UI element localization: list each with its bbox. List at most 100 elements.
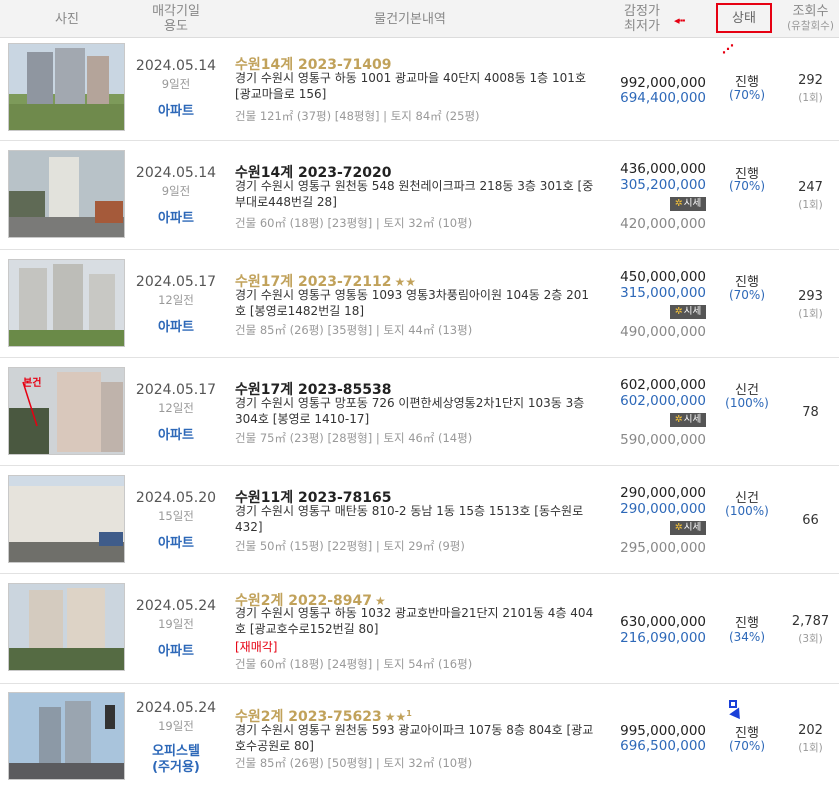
sale-date: 2024.05.20 bbox=[135, 490, 217, 506]
bid-percent: (100%) bbox=[725, 504, 769, 518]
property-address: 경기 수원시 영통구 원천동 548 원천레이크파크 218동 3층 301호 … bbox=[235, 179, 594, 209]
property-address: 경기 수원시 영통구 하동 1001 광교마을 40단지 4008동 1층 10… bbox=[235, 71, 586, 101]
minimum-bid: 216,090,000 bbox=[620, 630, 706, 646]
minimum-bid: 602,000,000 bbox=[620, 393, 706, 409]
bid-percent: (70%) bbox=[728, 88, 766, 102]
cursor-marker bbox=[729, 700, 737, 708]
appraisal-price: 992,000,000 bbox=[620, 75, 706, 91]
area-info: 건물 60㎡ (18평) [23평형] | 토지 32㎡ (10평) bbox=[235, 216, 473, 230]
area-info: 건물 85㎡ (26평) [50평형] | 토지 32㎡ (10평) bbox=[235, 756, 473, 770]
header-price[interactable]: 감정가 최저가 bbox=[612, 0, 672, 38]
appraisal-price: 602,000,000 bbox=[620, 377, 706, 393]
header-photo: 사진 bbox=[55, 11, 79, 27]
market-price-badge[interactable]: ✲시세 bbox=[670, 413, 706, 427]
view-count: 292 bbox=[798, 73, 823, 88]
usage-link[interactable]: 아파트 bbox=[135, 536, 217, 552]
area-info: 건물 85㎡ (26평) [35평형] | 토지 44㎡ (13평) bbox=[235, 323, 473, 337]
status-badge: 진행 bbox=[735, 616, 759, 631]
property-photo[interactable] bbox=[8, 583, 125, 671]
bid-percent: (34%) bbox=[728, 630, 766, 644]
table-header: 사진 매각기일 용도 물건기본내역 감정가 최저가 ◂··· 상태 조회수 (유… bbox=[0, 0, 839, 38]
fail-count: (1회) bbox=[798, 92, 823, 104]
appraisal-price: 290,000,000 bbox=[620, 485, 706, 501]
days-ago: 12일전 bbox=[158, 401, 194, 415]
sale-date: 2024.05.14 bbox=[135, 165, 217, 181]
property-photo[interactable] bbox=[8, 692, 125, 780]
property-photo[interactable] bbox=[8, 259, 125, 347]
view-count: 66 bbox=[802, 513, 819, 528]
area-info: 건물 50㎡ (15평) [22평형] | 토지 29㎡ (9평) bbox=[235, 539, 465, 553]
property-photo[interactable] bbox=[8, 475, 125, 563]
bid-percent: (70%) bbox=[728, 288, 766, 302]
usage-link[interactable]: 아파트 bbox=[135, 320, 217, 336]
fail-count: (3회) bbox=[798, 633, 823, 645]
property-photo[interactable]: 본건 bbox=[8, 367, 125, 455]
resale-tag: [재매각] bbox=[235, 640, 278, 654]
view-count: 202 bbox=[798, 723, 823, 738]
table-row[interactable]: 2024.05.24 19일전 오피스텔 (주거용) 수원2계 2023-756… bbox=[0, 684, 839, 791]
market-icon: ✲ bbox=[674, 414, 683, 425]
header-status[interactable]: 상태 bbox=[716, 3, 772, 33]
market-price-badge[interactable]: ✲시세 bbox=[670, 197, 706, 211]
usage-link[interactable]: 오피스텔 (주거용) bbox=[135, 744, 217, 776]
usage-link[interactable]: 아파트 bbox=[135, 644, 217, 660]
usage-link[interactable]: 아파트 bbox=[135, 211, 217, 227]
market-icon: ✲ bbox=[674, 306, 683, 317]
bid-percent: (70%) bbox=[728, 739, 766, 753]
fail-count: (1회) bbox=[798, 742, 823, 754]
days-ago: 19일전 bbox=[158, 719, 194, 733]
appraisal-price: 630,000,000 bbox=[620, 614, 706, 630]
property-photo[interactable] bbox=[8, 150, 125, 238]
usage-link[interactable]: 아파트 bbox=[135, 428, 217, 444]
days-ago: 19일전 bbox=[158, 617, 194, 631]
market-price: 490,000,000 bbox=[620, 324, 706, 340]
days-ago: 9일전 bbox=[161, 77, 191, 91]
table-row[interactable]: 2024.05.14 9일전 아파트 수원14계 2023-71409 경기 수… bbox=[0, 38, 839, 141]
area-info: 건물 60㎡ (18평) [24평형] | 토지 54㎡ (16평) bbox=[235, 657, 473, 671]
header-basic-info: 물건기본내역 bbox=[374, 11, 446, 27]
view-count: 2,787 bbox=[791, 614, 830, 629]
property-address: 경기 수원시 영통구 하동 1032 광교호반마을21단지 2101동 4층 4… bbox=[235, 606, 594, 636]
market-price: 590,000,000 bbox=[620, 432, 706, 448]
property-address: 경기 수원시 영통구 매탄동 810-2 동남 1동 15층 1513호 [동수… bbox=[235, 504, 584, 534]
sale-date: 2024.05.14 bbox=[135, 58, 217, 74]
fail-count: (1회) bbox=[798, 308, 823, 320]
minimum-bid: 290,000,000 bbox=[620, 501, 706, 517]
market-price-badge[interactable]: ✲시세 bbox=[670, 521, 706, 535]
property-photo[interactable] bbox=[8, 43, 125, 131]
market-price: 295,000,000 bbox=[620, 540, 706, 556]
property-address: 경기 수원시 영통구 망포동 726 이편한세상영통2차1단지 103동 3층 … bbox=[235, 396, 585, 426]
header-views[interactable]: 조회수 (유찰회수) bbox=[782, 0, 839, 38]
view-count: 247 bbox=[798, 180, 823, 195]
table-row[interactable]: 2024.05.24 19일전 아파트 수원2계 2022-8947 ★ 경기 수… bbox=[0, 574, 839, 684]
minimum-bid: 694,400,000 bbox=[620, 90, 706, 106]
table-row[interactable]: 본건 2024.05.17 12일전 아파트 수원17계 2023-85538 … bbox=[0, 358, 839, 466]
subject-property-label: 본건 bbox=[23, 378, 42, 389]
view-count: 293 bbox=[798, 289, 823, 304]
days-ago: 15일전 bbox=[158, 509, 194, 523]
table-row[interactable]: 2024.05.17 12일전 아파트 수원17계 2023-72112 ★★ 경… bbox=[0, 250, 839, 358]
days-ago: 9일전 bbox=[161, 184, 191, 198]
minimum-bid: 305,200,000 bbox=[620, 177, 706, 193]
market-icon: ✲ bbox=[674, 198, 683, 209]
market-price: 420,000,000 bbox=[620, 216, 706, 232]
sale-date: 2024.05.24 bbox=[135, 598, 217, 614]
bid-percent: (100%) bbox=[725, 396, 769, 410]
table-row[interactable]: 2024.05.14 9일전 아파트 수원14계 2023-72020 경기 수… bbox=[0, 141, 839, 250]
minimum-bid: 315,000,000 bbox=[620, 285, 706, 301]
property-address: 경기 수원시 영통구 원천동 593 광교아이파크 107동 8층 804호 [… bbox=[235, 723, 594, 753]
appraisal-price: 450,000,000 bbox=[620, 269, 706, 285]
market-price-badge[interactable]: ✲시세 bbox=[670, 305, 706, 319]
area-info: 건물 75㎡ (23평) [28평형] | 토지 46㎡ (14평) bbox=[235, 431, 473, 445]
property-address: 경기 수원시 영통구 영통동 1093 영통3차풍림아이원 104동 2층 20… bbox=[235, 288, 589, 318]
appraisal-price: 436,000,000 bbox=[620, 161, 706, 177]
header-sale-date[interactable]: 매각기일 용도 bbox=[135, 0, 217, 38]
bid-percent: (70%) bbox=[728, 179, 766, 193]
usage-link[interactable]: 아파트 bbox=[135, 104, 217, 120]
sale-date: 2024.05.17 bbox=[135, 274, 217, 290]
market-icon: ✲ bbox=[674, 522, 683, 533]
sale-date: 2024.05.17 bbox=[135, 382, 217, 398]
area-info: 건물 121㎡ (37평) [48평형] | 토지 84㎡ (25평) bbox=[235, 109, 480, 123]
table-row[interactable]: 2024.05.20 15일전 아파트 수원11계 2023-78165 경기 … bbox=[0, 466, 839, 574]
view-count: 78 bbox=[802, 405, 819, 420]
